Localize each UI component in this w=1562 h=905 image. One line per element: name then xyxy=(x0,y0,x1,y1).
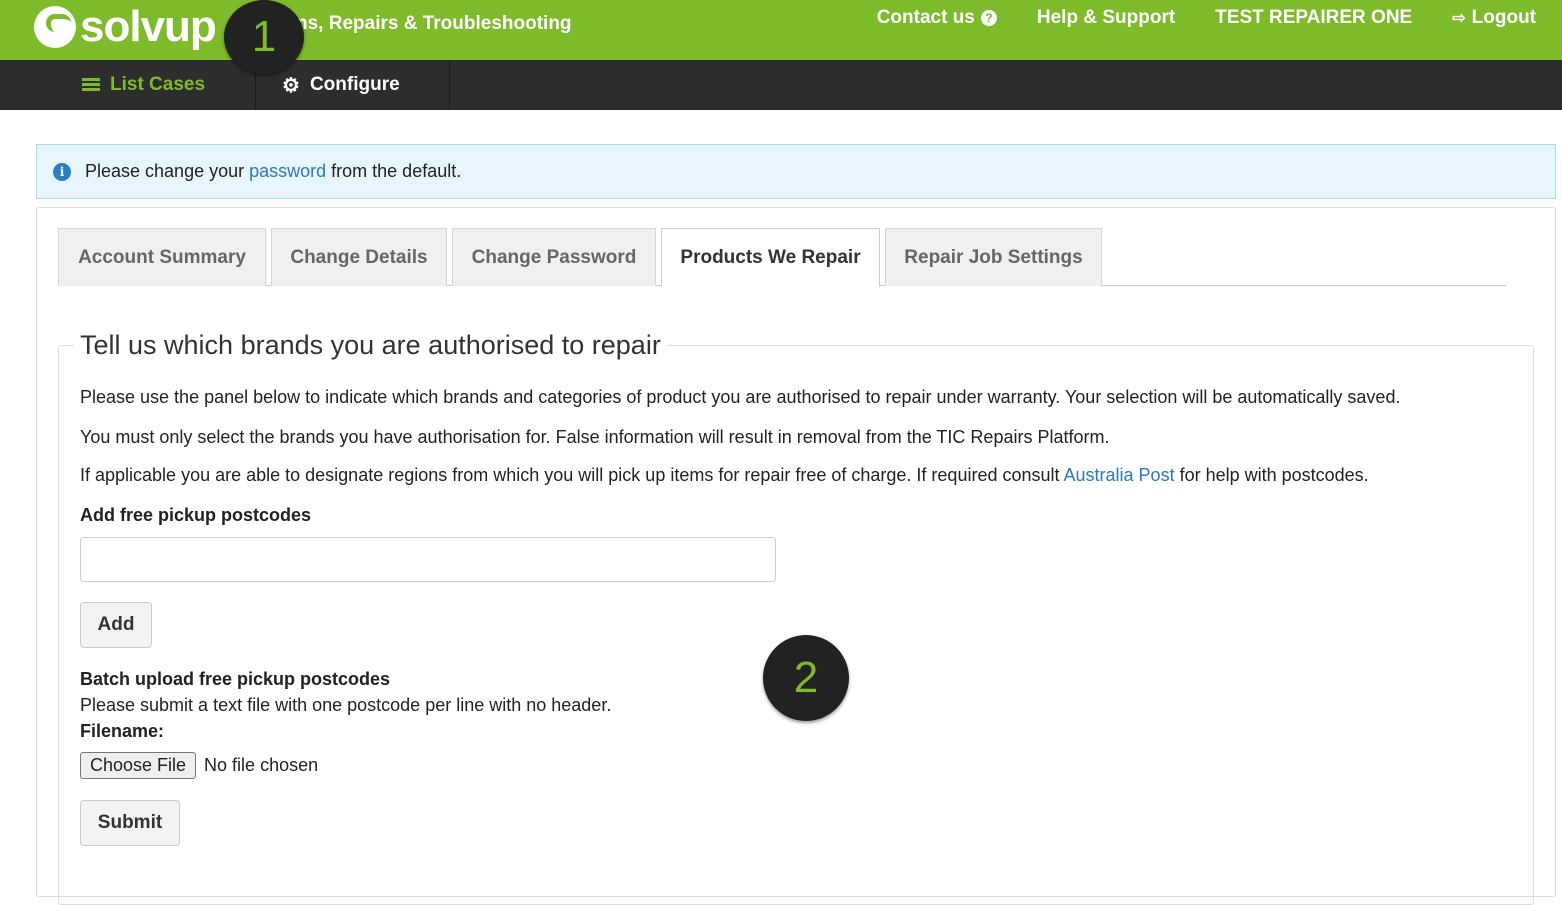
intro-paragraph-1: Please use the panel below to indicate w… xyxy=(80,387,1401,407)
choose-file-button[interactable]: Choose File xyxy=(80,752,197,779)
password-link[interactable]: password xyxy=(249,161,326,182)
tab-change-password[interactable]: Change Password xyxy=(452,228,656,286)
question-circle-icon: ? xyxy=(980,10,997,26)
tab-products-we-repair[interactable]: Products We Repair xyxy=(661,228,880,287)
logo-mark-icon xyxy=(34,6,76,48)
p3-suffix: for help with postcodes. xyxy=(1174,465,1369,485)
top-nav: Contact us ? Help & Support TEST REPAIRE… xyxy=(877,7,1536,29)
add-postcodes-label: Add free pickup postcodes xyxy=(80,505,312,525)
list-icon xyxy=(82,78,100,92)
tab-change-details[interactable]: Change Details xyxy=(271,228,447,286)
add-button[interactable]: Add xyxy=(80,602,152,648)
submit-button[interactable]: Submit xyxy=(80,800,180,846)
alert-prefix: Please change your xyxy=(85,161,250,181)
intro-paragraph-3: If applicable you are able to designate … xyxy=(80,465,1369,486)
batch-upload-label: Batch upload free pickup postcodes xyxy=(80,669,391,689)
australia-post-link[interactable]: Australia Post xyxy=(1064,465,1175,485)
solvup-logo[interactable]: solvup xyxy=(34,2,217,51)
contact-us-link[interactable]: Contact us ? xyxy=(877,7,997,29)
password-alert: i Please change your password from the d… xyxy=(36,144,1556,199)
batch-upload-help: Please submit a text file with one postc… xyxy=(80,695,612,715)
step-marker-1: 1 xyxy=(224,0,304,74)
app-title: ns, Repairs & Troubleshooting xyxy=(296,13,572,34)
gears-icon: ⚙ xyxy=(282,74,300,97)
p3-prefix: If applicable you are able to designate … xyxy=(80,465,1064,485)
logo-text: solvup xyxy=(80,2,217,51)
contact-us-label: Contact us xyxy=(876,7,975,28)
alert-suffix: from the default. xyxy=(326,161,462,181)
logout-label: Logout xyxy=(1471,7,1536,28)
sub-nav: List Cases ⚙ Configure xyxy=(0,60,1562,110)
user-menu-link[interactable]: TEST REPAIRER ONE xyxy=(1215,7,1412,29)
logout-link[interactable]: ⇨ Logout xyxy=(1452,7,1536,29)
settings-tabs: Account Summary Change Details Change Pa… xyxy=(58,228,1506,287)
tab-account-summary[interactable]: Account Summary xyxy=(58,228,266,286)
section-legend: Tell us which brands you are authorised … xyxy=(74,330,667,361)
nav-list-cases-label: List Cases xyxy=(110,74,206,95)
user-name-label: TEST REPAIRER ONE xyxy=(1215,7,1413,28)
no-file-text: No file chosen xyxy=(204,755,319,775)
intro-paragraph-2: You must only select the brands you have… xyxy=(80,427,1110,447)
help-support-label: Help & Support xyxy=(1036,7,1176,28)
postcode-input[interactable] xyxy=(80,537,776,582)
logout-icon: ⇨ xyxy=(1452,10,1466,27)
filename-label: Filename: xyxy=(80,721,165,741)
nav-list-cases[interactable]: List Cases xyxy=(56,60,256,110)
nav-configure-label: Configure xyxy=(309,74,400,95)
file-upload: Choose File No file chosen xyxy=(80,752,318,779)
step-marker-2: 2 xyxy=(763,635,849,721)
info-icon: i xyxy=(53,162,71,181)
tab-repair-job-settings[interactable]: Repair Job Settings xyxy=(885,228,1102,286)
help-support-link[interactable]: Help & Support xyxy=(1037,7,1175,29)
